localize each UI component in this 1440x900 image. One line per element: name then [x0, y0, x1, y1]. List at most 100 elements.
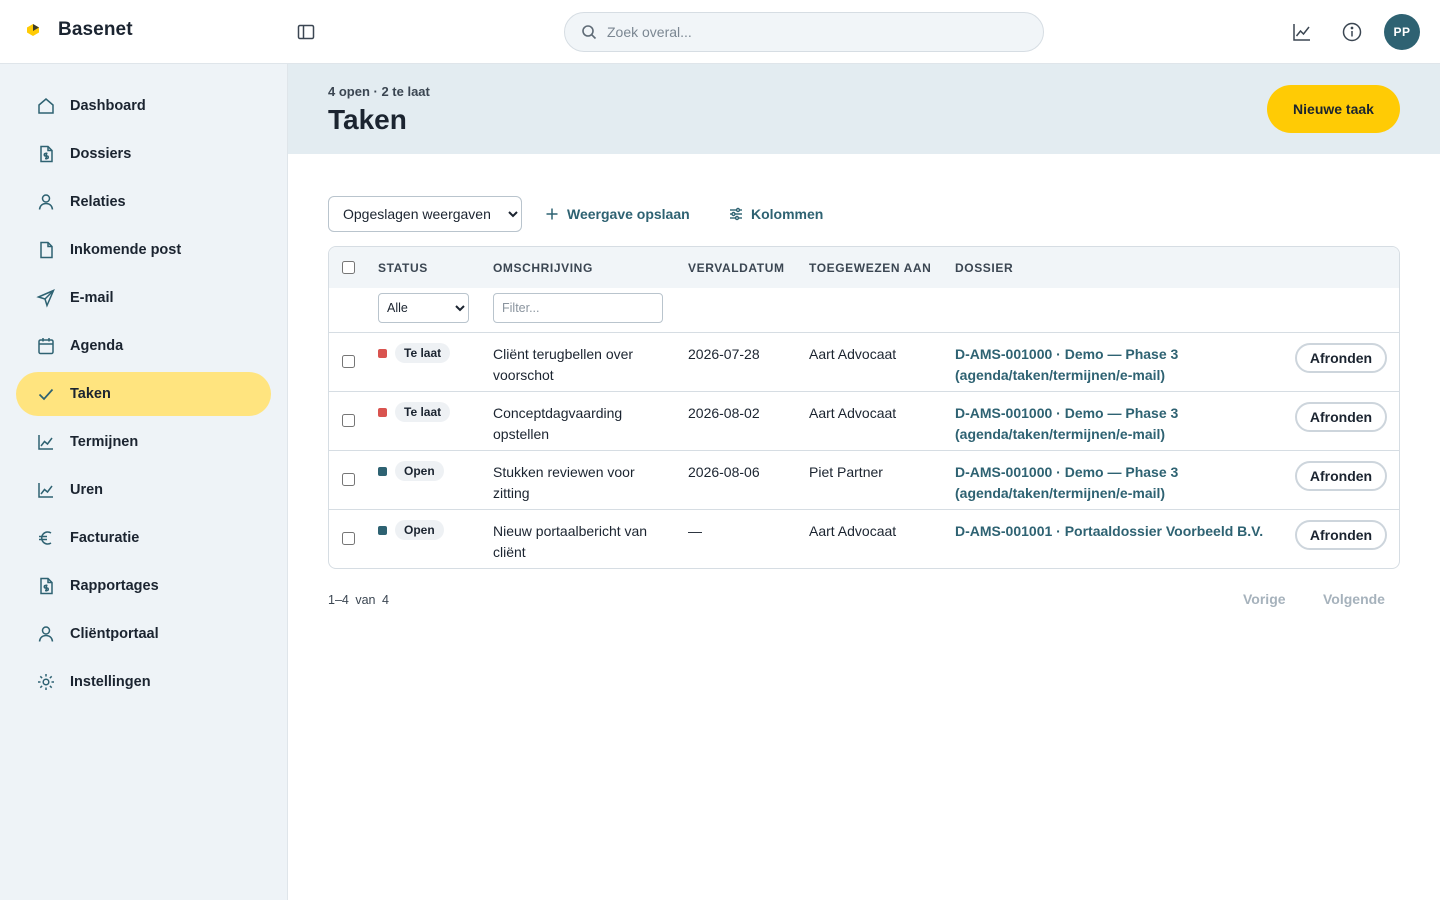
status-badge: Te laat — [395, 402, 451, 422]
sidebar-toggle-icon[interactable] — [296, 22, 316, 42]
sidebar-item-dossiers[interactable]: Dossiers — [16, 132, 271, 176]
column-header-status[interactable]: STATUS — [378, 261, 428, 275]
sidebar-item-termijnen[interactable]: Termijnen — [16, 420, 271, 464]
table-row[interactable]: Open Nieuw portaalbericht van cliënt — A… — [329, 510, 1399, 568]
description-cell: Conceptdagvaarding opstellen — [493, 405, 623, 442]
sidebar-item-taken[interactable]: Taken — [16, 372, 271, 416]
sidebar-item-label: Agenda — [70, 338, 124, 354]
column-header-vervaldatum[interactable]: VERVALDATUM — [688, 261, 785, 275]
saved-views-select[interactable]: Opgeslagen weergaven — [328, 196, 522, 232]
columns-label: Kolommen — [751, 206, 824, 222]
description-filter-input[interactable] — [493, 293, 663, 323]
column-header-dossier[interactable]: DOSSIER — [955, 261, 1013, 275]
sidebar-item-agenda[interactable]: Agenda — [16, 324, 271, 368]
description-cell: Stukken reviewen voor zitting — [493, 464, 635, 501]
file-icon — [40, 241, 53, 259]
plus-icon — [546, 208, 558, 220]
columns-button[interactable]: Kolommen — [729, 203, 823, 225]
complete-task-button[interactable]: Afronden — [1295, 402, 1387, 432]
sidebar-item-relaties[interactable]: Relaties — [16, 180, 271, 224]
top-bar: Basenet PP — [0, 0, 1440, 64]
brand-name: Basenet — [58, 19, 133, 40]
sidebar-item-facturatie[interactable]: Facturatie — [16, 516, 271, 560]
sidebar-item-label: Relaties — [70, 194, 126, 210]
row-checkbox[interactable] — [342, 532, 355, 545]
complete-task-button[interactable]: Afronden — [1295, 343, 1387, 373]
sidebar-item-rapportages[interactable]: Rapportages — [16, 564, 271, 608]
status-dot — [378, 466, 387, 476]
due-date-cell: 2026-08-06 — [688, 464, 760, 480]
dossier-link[interactable]: D-AMS-001000 · Demo — Phase 3 (agenda/ta… — [955, 462, 1275, 504]
row-checkbox[interactable] — [342, 473, 355, 486]
person-icon — [38, 194, 54, 210]
sidebar-item-inkomende-post[interactable]: Inkomende post — [16, 228, 271, 272]
info-icon[interactable] — [1341, 21, 1363, 43]
sidebar-item-e-mail[interactable]: E-mail — [16, 276, 271, 320]
dossier-link[interactable]: D-AMS-001001 · Portaaldossier Voorbeeld … — [955, 521, 1275, 542]
sidebar-item-label: Instellingen — [70, 674, 151, 690]
pagination-range: 1–4 van 4 — [328, 593, 389, 607]
status-dot — [378, 348, 387, 358]
due-date-cell: — — [688, 523, 702, 539]
dossier-link[interactable]: D-AMS-001000 · Demo — Phase 3 (agenda/ta… — [955, 403, 1275, 445]
sidebar-item-label: Inkomende post — [70, 242, 182, 258]
sidebar-item-label: Dashboard — [70, 98, 146, 114]
column-header-toegewezen-aan[interactable]: TOEGEWEZEN AAN — [809, 261, 931, 275]
sidebar-item-dashboard[interactable]: Dashboard — [16, 84, 271, 128]
logo-icon — [27, 24, 39, 36]
status-badge: Te laat — [395, 343, 451, 363]
status-badge: Open — [395, 461, 444, 481]
row-checkbox[interactable] — [342, 414, 355, 427]
sidebar-item-label: Facturatie — [70, 530, 140, 546]
assignee-cell: Aart Advocaat — [809, 523, 897, 539]
filter-row: Alle — [329, 288, 1399, 333]
sidebar-item-label: E-mail — [70, 290, 114, 306]
status-cell: Open — [378, 461, 444, 481]
chart-line-icon — [38, 435, 53, 450]
gear-icon — [38, 674, 54, 690]
assignee-cell: Aart Advocaat — [809, 346, 897, 362]
complete-task-button[interactable]: Afronden — [1295, 461, 1387, 491]
sidebar-item-label: Rapportages — [70, 578, 159, 594]
global-search[interactable] — [564, 12, 1044, 52]
page-header: 4 open · 2 te laat Taken Nieuwe taak — [288, 64, 1440, 154]
new-task-button[interactable]: Nieuwe taak — [1267, 85, 1400, 133]
table-row[interactable]: Open Stukken reviewen voor zitting 2026-… — [329, 451, 1399, 510]
table-row[interactable]: Te laat Cliënt terugbellen over voorscho… — [329, 333, 1399, 392]
user-avatar[interactable]: PP — [1384, 14, 1420, 50]
home-icon — [38, 98, 54, 114]
table-header: STATUS OMSCHRIJVING VERVALDATUM TOEGEWEZ… — [329, 247, 1399, 288]
column-header-omschrijving[interactable]: OMSCHRIJVING — [493, 261, 593, 275]
sidebar-item-label: Uren — [70, 482, 104, 498]
task-summary: 4 open · 2 te laat — [328, 84, 430, 99]
sidebar-item-label: Dossiers — [70, 146, 132, 162]
sidebar-item-clientportaal[interactable]: Cliëntportaal — [16, 612, 271, 656]
assignee-cell: Aart Advocaat — [809, 405, 897, 421]
analytics-icon[interactable] — [1291, 21, 1313, 43]
table-row[interactable]: Te laat Conceptdagvaarding opstellen 202… — [329, 392, 1399, 451]
check-icon — [38, 388, 54, 401]
sidebar-item-uren[interactable]: Uren — [16, 468, 271, 512]
status-dot — [378, 525, 387, 535]
brand[interactable]: Basenet — [26, 19, 133, 41]
dossier-link[interactable]: D-AMS-001000 · Demo — Phase 3 (agenda/ta… — [955, 344, 1275, 386]
search-input[interactable] — [607, 24, 1027, 40]
row-checkbox[interactable] — [342, 355, 355, 368]
due-date-cell: 2026-08-02 — [688, 405, 760, 421]
sidebar-item-instellingen[interactable]: Instellingen — [16, 660, 271, 704]
status-cell: Te laat — [378, 343, 451, 363]
next-page-button[interactable]: Volgende — [1323, 591, 1385, 607]
page-title: Taken — [328, 104, 407, 135]
complete-task-button[interactable]: Afronden — [1295, 520, 1387, 550]
chart-line-icon — [38, 483, 53, 498]
save-view-button[interactable]: Weergave opslaan — [545, 203, 690, 225]
status-cell: Te laat — [378, 402, 451, 422]
status-filter-select[interactable]: Alle — [378, 293, 469, 323]
tasks-table: STATUS OMSCHRIJVING VERVALDATUM TOEGEWEZ… — [328, 246, 1400, 569]
sidebar-item-label: Termijnen — [70, 434, 139, 450]
calendar-icon — [38, 338, 54, 355]
select-all-checkbox[interactable] — [342, 261, 355, 274]
previous-page-button[interactable]: Vorige — [1243, 591, 1286, 607]
person-icon — [38, 626, 54, 642]
file-dollar-icon — [40, 577, 53, 595]
